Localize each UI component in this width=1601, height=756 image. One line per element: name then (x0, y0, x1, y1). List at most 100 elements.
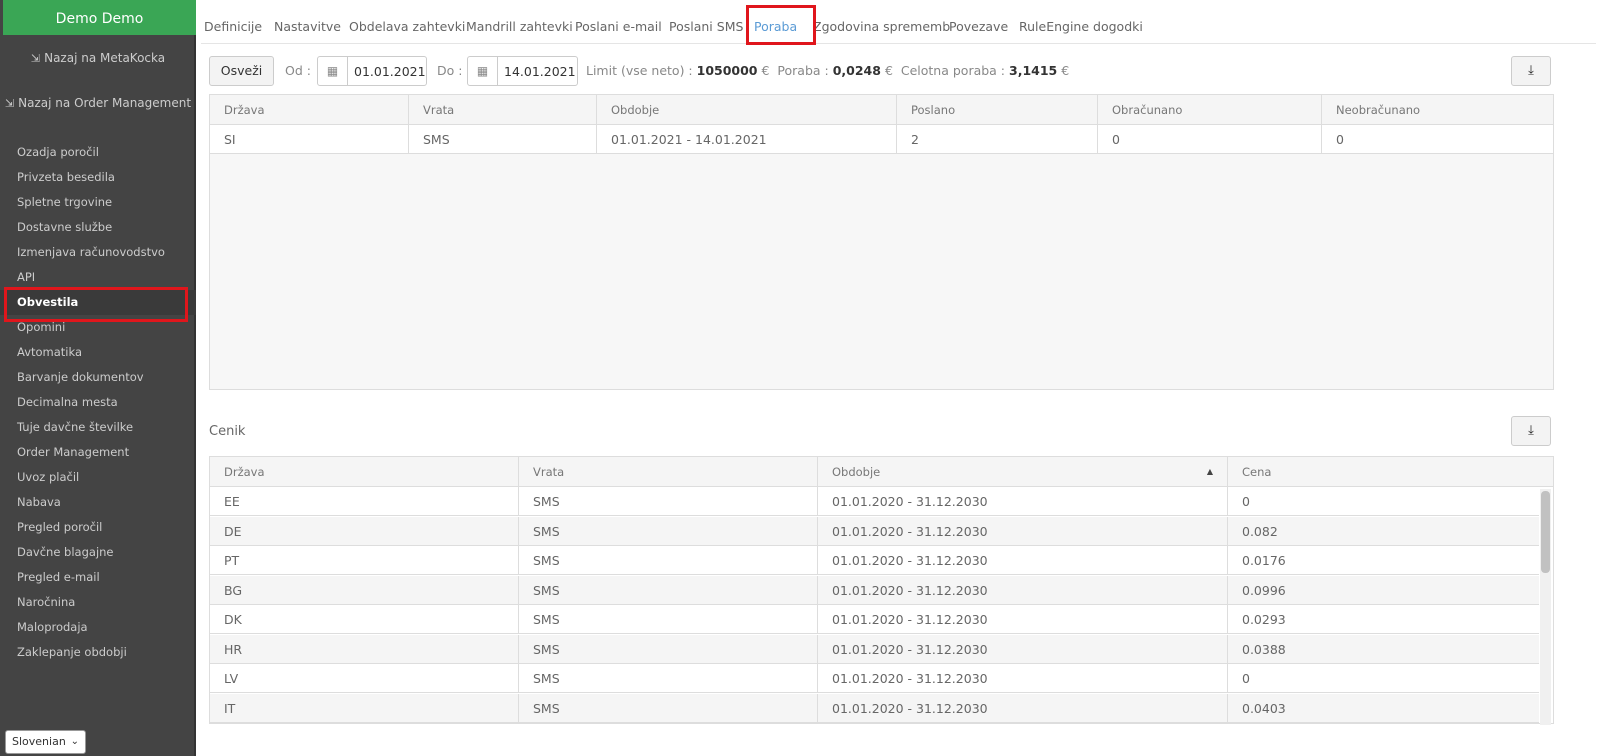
tab-obdelava-zahtevki[interactable]: Obdelava zahtevki (349, 19, 465, 34)
table-row[interactable]: SI SMS 01.01.2021 - 14.01.2021 2 0 0 (210, 125, 1553, 154)
sidebar-menu: Ozadja poročil Privzeta besedila Spletne… (0, 140, 196, 665)
sidebar-item-narocnina[interactable]: Naročnina (0, 590, 196, 615)
download-icon: ⤓ (1528, 423, 1534, 438)
cell-obdobje: 01.01.2020 - 31.12.2030 (817, 634, 1227, 664)
column-header-vrata[interactable]: Vrata (408, 95, 596, 125)
column-header-obdobje[interactable]: Obdobje (596, 95, 896, 125)
limit-label: Limit (vse neto) : (586, 63, 693, 78)
column-header-cena[interactable]: Cena (1227, 457, 1553, 487)
cell-vrata: SMS (518, 487, 817, 516)
cell-vrata: SMS (518, 575, 817, 605)
to-date-picker[interactable]: ▦ 14.01.2021 (467, 56, 578, 86)
cell-cena: 0.082 (1227, 516, 1540, 546)
tab-ruleengine-dogodki[interactable]: RuleEngine dogodki (1019, 19, 1143, 34)
column-header-obracunano[interactable]: Obračunano (1097, 95, 1321, 125)
pricelist-scrollbar[interactable] (1540, 489, 1551, 725)
table-row[interactable]: LV SMS 01.01.2020 - 31.12.2030 0 (210, 664, 1539, 693)
sidebar-item-zaklepanje-obdobji[interactable]: Zaklepanje obdobji (0, 640, 196, 665)
table-row[interactable]: DE SMS 01.01.2020 - 31.12.2030 0.082 (210, 516, 1540, 546)
sidebar-item-decimalna-mesta[interactable]: Decimalna mesta (0, 390, 196, 415)
cell-vrata: SMS (518, 693, 817, 723)
cell-obdobje: 01.01.2020 - 31.12.2030 (817, 664, 1227, 693)
sidebar-item-tuje-davcne-stevilke[interactable]: Tuje davčne številke (0, 415, 196, 440)
sidebar-item-maloprodaja[interactable]: Maloprodaja (0, 615, 196, 640)
sidebar-item-uvoz-placil[interactable]: Uvoz plačil (0, 465, 196, 490)
tab-poslani-e-mail[interactable]: Poslani e-mail (575, 19, 662, 34)
sidebar-item-ozadja-porocil[interactable]: Ozadja poročil (0, 140, 196, 165)
sidebar-item-avtomatika[interactable]: Avtomatika (0, 340, 196, 365)
calendar-icon[interactable]: ▦ (318, 57, 348, 85)
tab-highlight-box (746, 5, 816, 45)
export-pricelist-button[interactable]: ⤓ (1511, 416, 1551, 446)
cell-drzava: PT (224, 553, 240, 568)
sidebar: Demo Demo ⇲ Nazaj na MetaKocka ⇲ Nazaj na … (0, 0, 196, 756)
export-usage-button[interactable]: ⤓ (1511, 56, 1551, 86)
download-icon: ⤓ (1528, 63, 1534, 78)
tab-nastavitve[interactable]: Nastavitve (274, 19, 341, 34)
from-date-picker[interactable]: ▦ 01.01.2021 (317, 56, 427, 86)
cell-cena: 0.0388 (1227, 634, 1540, 664)
usage-table: Država Vrata Obdobje Poslano Obračunano … (209, 94, 1554, 390)
sidebar-item-davcne-blagajne[interactable]: Davčne blagajne (0, 540, 196, 565)
usage-toolbar: Osveži Od : ▦ 01.01.2021 Do : ▦ 14.01.20… (209, 56, 1599, 86)
from-date-value: 01.01.2021 (354, 64, 426, 79)
cell-obdobje: 01.01.2020 - 31.12.2030 (817, 516, 1227, 546)
column-header-vrata[interactable]: Vrata (518, 457, 817, 487)
sign-out-icon: ⇲ (30, 52, 41, 65)
sidebar-item-dostavne-sluzbe[interactable]: Dostavne službe (0, 215, 196, 240)
table-row[interactable]: HR SMS 01.01.2020 - 31.12.2030 0.0388 (210, 634, 1540, 664)
back-to-order-management-link[interactable]: ⇲ Nazaj na Order Management (0, 96, 196, 110)
tab-povezave[interactable]: Povezave (949, 19, 1008, 34)
cell-vrata: SMS (518, 634, 817, 664)
tab-zgodovina-sprememb[interactable]: Zgodovina sprememb (813, 19, 950, 34)
sidebar-item-izmenjava-racunovodstvo[interactable]: Izmenjava računovodstvo (0, 240, 196, 265)
cell-drzava: DE (224, 523, 242, 539)
sidebar-item-spletne-trgovine[interactable]: Spletne trgovine (0, 190, 196, 215)
tab-poslani-sms[interactable]: Poslani SMS (669, 19, 743, 34)
usage-stats: Limit (vse neto) : 1050000 € Poraba : 0,… (586, 63, 1069, 78)
sidebar-item-pregled-e-mail[interactable]: Pregled e-mail (0, 565, 196, 590)
sidebar-item-nabava[interactable]: Nabava (0, 490, 196, 515)
column-header-obdobje-label: Obdobje (832, 465, 881, 479)
cell-poslano: 2 (896, 125, 1097, 154)
column-header-drzava[interactable]: Država (210, 457, 518, 487)
cell-drzava: EE (224, 494, 240, 509)
table-row[interactable]: PT SMS 01.01.2020 - 31.12.2030 0.0176 (210, 546, 1539, 575)
pricelist-title: Cenik (209, 424, 246, 439)
calendar-icon[interactable]: ▦ (468, 57, 498, 85)
cell-neobracunano: 0 (1321, 125, 1553, 154)
cell-drzava: LV (224, 671, 239, 686)
sidebar-item-order-management[interactable]: Order Management (0, 440, 196, 465)
cell-obdobje: 01.01.2020 - 31.12.2030 (817, 487, 1227, 516)
table-row[interactable]: EE SMS 01.01.2020 - 31.12.2030 0 (210, 487, 1539, 516)
usage-label: Poraba : (777, 63, 829, 78)
column-header-poslano[interactable]: Poslano (896, 95, 1097, 125)
cell-drzava: DK (224, 612, 242, 627)
sidebar-item-pregled-porocil[interactable]: Pregled poročil (0, 515, 196, 540)
language-select[interactable]: Slovenian ⌄ (5, 730, 86, 754)
scrollbar-thumb[interactable] (1541, 491, 1550, 573)
sidebar-item-barvanje-dokumentov[interactable]: Barvanje dokumentov (0, 365, 196, 390)
language-select-value: Slovenian (12, 735, 66, 748)
column-header-obdobje[interactable]: Obdobje ▲ (817, 457, 1227, 487)
table-row[interactable]: BG SMS 01.01.2020 - 31.12.2030 0.0996 (210, 575, 1540, 605)
tab-mandrill-zahtevki[interactable]: Mandrill zahtevki (466, 19, 573, 34)
table-row[interactable]: DK SMS 01.01.2020 - 31.12.2030 0.0293 (210, 605, 1539, 634)
sidebar-item-obvestila[interactable]: Obvestila (0, 287, 196, 322)
cell-drzava: SI (224, 132, 236, 147)
cell-drzava: IT (224, 700, 236, 716)
cell-obdobje: 01.01.2020 - 31.12.2030 (817, 693, 1227, 723)
sidebar-item-privzeta-besedila[interactable]: Privzeta besedila (0, 165, 196, 190)
refresh-button[interactable]: Osveži (209, 56, 274, 86)
back-to-metakocka-link[interactable]: ⇲ Nazaj na MetaKocka (0, 51, 196, 65)
column-header-drzava[interactable]: Država (210, 95, 408, 125)
cell-cena: 0.0293 (1227, 605, 1540, 634)
sort-ascending-icon[interactable]: ▲ (1207, 457, 1213, 487)
cell-obdobje: 01.01.2020 - 31.12.2030 (817, 605, 1227, 634)
column-header-neobracunano[interactable]: Neobračunano (1321, 95, 1553, 125)
cell-cena: 0.0996 (1227, 575, 1540, 605)
cell-vrata: SMS (408, 125, 596, 154)
table-row[interactable]: IT SMS 01.01.2020 - 31.12.2030 0.0403 (210, 693, 1539, 723)
tab-definicije[interactable]: Definicije (204, 19, 262, 34)
brand-title: Demo Demo (3, 0, 196, 35)
